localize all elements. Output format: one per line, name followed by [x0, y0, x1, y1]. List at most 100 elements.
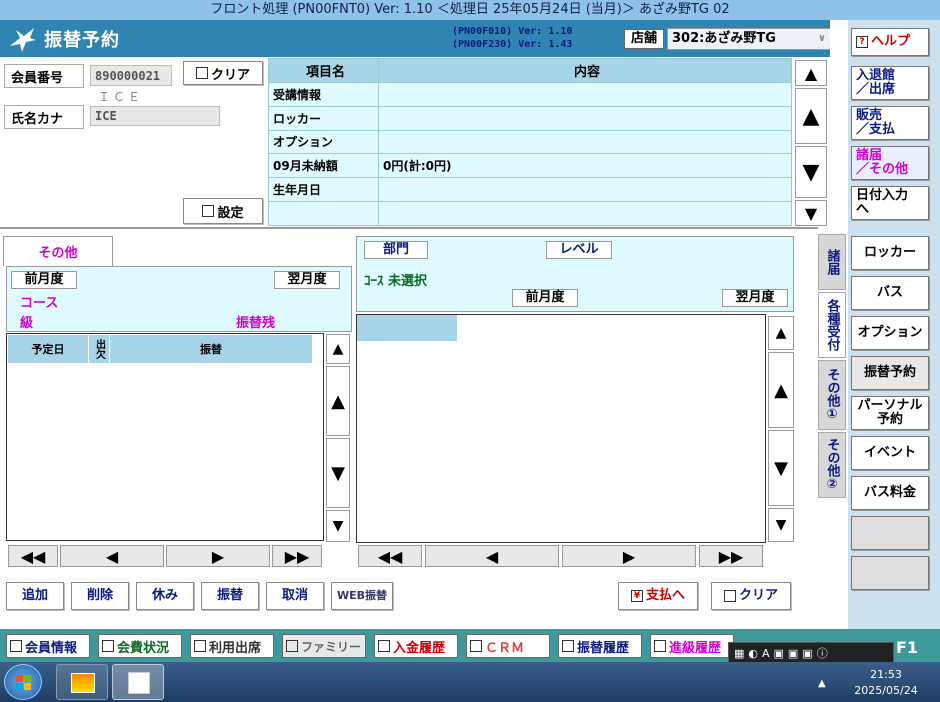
bus-fee-button[interactable]: バス料金	[851, 476, 929, 510]
transfer-history-button[interactable]: 振替履歴	[558, 634, 642, 658]
page-title: 振替予約	[44, 30, 120, 51]
schedule-list[interactable]	[6, 333, 324, 541]
rest-button[interactable]: 休み	[136, 582, 194, 610]
left-scroll-bottom-button[interactable]: ▼	[326, 510, 350, 542]
family-button[interactable]: ファミリー	[282, 634, 366, 658]
tray-clock[interactable]: 21:53 2025/05/24	[838, 667, 934, 699]
table-row[interactable]: オプション	[268, 129, 792, 155]
member-number-field[interactable]: 890000021	[90, 65, 172, 86]
scroll-down-button[interactable]: ▼	[795, 146, 827, 198]
taskbar-app-1[interactable]	[56, 664, 108, 700]
ime-icons: ▦◐A▣▣▣ⓘ	[734, 647, 832, 660]
payment-history-button[interactable]: 入金履歴	[374, 634, 458, 658]
right-scroll-up-button[interactable]: ▲	[768, 352, 794, 428]
left-prev-month-button[interactable]: 前月度	[11, 271, 77, 289]
window-icon	[562, 640, 574, 652]
web-transfer-button[interactable]: WEB振替	[331, 582, 393, 610]
window-icon	[286, 640, 298, 652]
table-row[interactable]: 09月未納額 0円(計:0円)	[268, 153, 792, 179]
help-button[interactable]: ? ヘルプ	[851, 28, 929, 56]
info-col-item: 項目名	[268, 58, 379, 83]
cancel-button[interactable]: 取消	[266, 582, 324, 610]
window-icon	[654, 640, 666, 652]
table-row[interactable]: 生年月日	[268, 177, 792, 203]
pay-label: 支払へ	[645, 588, 685, 603]
f1-key-label[interactable]: F1	[896, 638, 918, 657]
empty-menu-button-1[interactable]	[851, 516, 929, 550]
left-first-page-button[interactable]: ◀◀	[8, 545, 58, 567]
scroll-up-button[interactable]: ▲	[795, 88, 827, 144]
pegasus-logo-icon	[10, 28, 36, 52]
pay-button[interactable]: ¥ 支払へ	[618, 582, 698, 610]
taskbar-app-2[interactable]	[112, 664, 164, 700]
course-label: コース	[20, 296, 59, 311]
scroll-top-button[interactable]: ▲	[795, 60, 827, 86]
right-first-page-button[interactable]: ◀◀	[358, 545, 422, 567]
right-scroll-down-button[interactable]: ▼	[768, 430, 794, 506]
date-input-button[interactable]: 日付入力 へ	[851, 186, 929, 220]
tab-shoto[interactable]: 諸届	[818, 234, 846, 290]
app-window-icon	[128, 672, 150, 694]
sales-payment-button[interactable]: 販売 ／支払	[851, 106, 929, 140]
window-icon	[10, 640, 22, 652]
left-next-month-button[interactable]: 翌月度	[274, 271, 340, 289]
clear-button[interactable]: クリア	[711, 582, 791, 610]
right-prev-page-button[interactable]: ◀	[425, 545, 559, 567]
scroll-bottom-button[interactable]: ▼	[795, 200, 827, 226]
left-last-page-button[interactable]: ▶▶	[272, 545, 322, 567]
table-row[interactable]: 受講情報	[268, 81, 792, 107]
window-title: フロント処理 (PN00FNT0) Ver: 1.10 ＜処理日 25年05月2…	[0, 0, 940, 20]
tab-other1[interactable]: その他①	[818, 360, 846, 430]
left-scroll-top-button[interactable]: ▲	[326, 334, 350, 364]
class-list[interactable]	[356, 314, 766, 543]
transfer-button[interactable]: 振替	[201, 582, 259, 610]
tab-kakushu[interactable]: 各種受付	[818, 292, 846, 358]
locker-button[interactable]: ロッカー	[851, 236, 929, 270]
right-next-page-button[interactable]: ▶	[562, 545, 696, 567]
tab-other[interactable]: その他	[3, 236, 113, 266]
right-last-page-button[interactable]: ▶▶	[699, 545, 763, 567]
tab-other2[interactable]: その他②	[818, 432, 846, 498]
usage-button[interactable]: 利用出席	[190, 634, 274, 658]
name-kana-field[interactable]: ICE	[90, 106, 220, 126]
personal-reservation-button[interactable]: パーソナル予約	[851, 396, 929, 430]
info-col-content: 内容	[378, 58, 792, 83]
right-next-month-button[interactable]: 翌月度	[722, 289, 788, 307]
option-button[interactable]: オプション	[851, 316, 929, 350]
left-scroll-down-button[interactable]: ▼	[326, 438, 350, 508]
event-button[interactable]: イベント	[851, 436, 929, 470]
dept-button[interactable]: 部門	[364, 241, 428, 259]
clock-time: 21:53	[870, 668, 902, 681]
crm-button[interactable]: ＣＲＭ	[466, 634, 550, 658]
misc-other-button[interactable]: 諸届 ／その他	[851, 146, 929, 180]
right-scroll-bottom-button[interactable]: ▼	[768, 508, 794, 542]
clear-member-button[interactable]: クリア	[183, 61, 263, 85]
empty-menu-button-2[interactable]	[851, 556, 929, 590]
version-line-1: (PN00F010) Ver: 1.10	[452, 26, 573, 37]
window-icon	[102, 640, 114, 652]
fee-status-button[interactable]: 会費状況	[98, 634, 182, 658]
member-info-button[interactable]: 会員情報	[6, 634, 90, 658]
store-select[interactable]: 302:あざみ野TG ∨	[667, 28, 831, 50]
transfer-reservation-button[interactable]: 振替予約	[851, 356, 929, 390]
grade-history-button[interactable]: 進級履歴	[650, 634, 734, 658]
start-button[interactable]	[4, 664, 42, 700]
grade-label: 級	[20, 316, 34, 331]
delete-button[interactable]: 削除	[71, 582, 129, 610]
table-row[interactable]	[268, 201, 792, 226]
right-scroll-top-button[interactable]: ▲	[768, 316, 794, 350]
right-prev-month-button[interactable]: 前月度	[512, 289, 578, 307]
left-prev-page-button[interactable]: ◀	[60, 545, 164, 567]
left-scroll-up-button[interactable]: ▲	[326, 366, 350, 436]
add-button[interactable]: 追加	[6, 582, 64, 610]
question-icon: ?	[856, 36, 868, 48]
bus-button[interactable]: バス	[851, 276, 929, 310]
left-next-page-button[interactable]: ▶	[166, 545, 270, 567]
setting-button[interactable]: 設定	[183, 198, 263, 224]
clear-member-label: クリア	[210, 67, 250, 83]
tray-expand-icon[interactable]: ▲	[818, 678, 826, 689]
level-button[interactable]: レベル	[546, 241, 612, 259]
entry-attendance-button[interactable]: 入退館 ／出席	[851, 66, 929, 100]
window-icon	[378, 640, 390, 652]
table-row[interactable]: ロッカー	[268, 105, 792, 131]
